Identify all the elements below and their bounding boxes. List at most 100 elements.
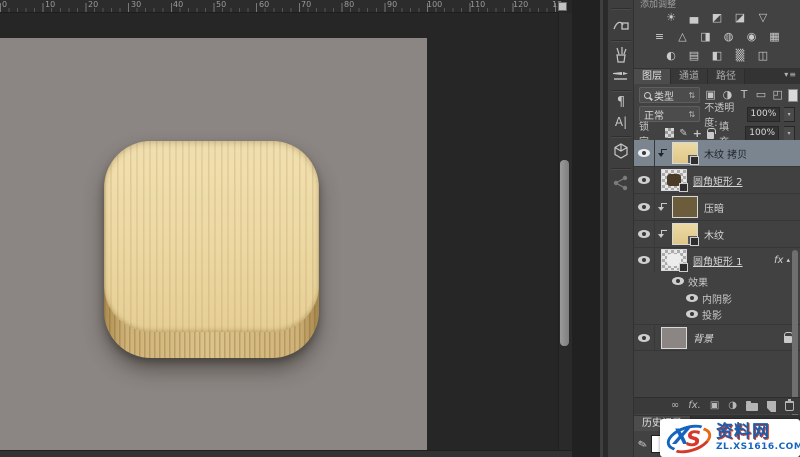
link-layers-icon[interactable]: ∞ [671, 399, 679, 413]
horizontal-scrollbar[interactable] [0, 450, 572, 457]
watermark-logo: X S [664, 422, 714, 454]
adjustment-hue-saturation-icon[interactable]: ≡ [652, 30, 667, 44]
history-brush-icon[interactable]: ✎ [636, 437, 648, 452]
fill-value[interactable]: 100% [745, 126, 779, 141]
filter-kind-label: 类型 [654, 88, 674, 103]
adjustment-threshold-icon[interactable]: ◧ [710, 49, 725, 63]
ruler-corner-button[interactable] [558, 2, 567, 11]
filter-kind-dropdown[interactable]: 类型 ⇅ [639, 87, 700, 103]
adjustment-posterize-icon[interactable]: ▤ [687, 49, 702, 63]
3d-panel-icon[interactable] [608, 142, 634, 164]
layer-row-rounded-rect-1[interactable]: 圆角矩形 1 fx▴ [634, 248, 800, 272]
layer-name[interactable]: 圆角矩形 2 [693, 173, 743, 188]
layer-thumbnail[interactable] [661, 169, 687, 191]
effect-row-drop-shadow[interactable]: 投影 [634, 306, 800, 322]
visibility-cell[interactable] [634, 194, 655, 220]
ruler-label: 120 [513, 0, 528, 9]
adjustment-vibrance-icon[interactable]: ▽ [756, 11, 771, 25]
layer-name[interactable]: 圆角矩形 1 [693, 253, 743, 268]
adjustment-selective-color-icon[interactable]: ◫ [756, 49, 771, 63]
delete-layer-icon[interactable] [785, 401, 794, 411]
eye-icon[interactable] [686, 310, 698, 318]
layer-thumbnail[interactable] [672, 142, 698, 164]
collapsed-panel-dock: ¶ A| [608, 0, 634, 457]
tab-paths[interactable]: 路径 [708, 69, 745, 84]
fill-dropdown-arrow[interactable]: ▾ [784, 126, 795, 141]
visibility-cell[interactable] [634, 248, 655, 272]
opacity-dropdown-arrow[interactable]: ▾ [784, 107, 795, 122]
panel-menu-icon[interactable]: ▾≡ [784, 70, 797, 79]
ruler-label: 50 [216, 0, 226, 9]
adjustment-brightness-contrast-icon[interactable]: ☀ [664, 11, 679, 25]
layer-row-darken[interactable]: 压暗 [634, 194, 800, 221]
effect-row-inner-shadow[interactable]: 内阴影 [634, 290, 800, 306]
adjustment-photo-filter-icon[interactable]: ◍ [721, 30, 736, 44]
layer-thumbnail[interactable] [672, 223, 698, 245]
add-layer-mask-icon[interactable]: ▣ [710, 399, 719, 413]
opacity-value[interactable]: 100% [747, 107, 781, 122]
filter-toggle-switch[interactable] [788, 89, 798, 102]
brush-presets-panel-icon[interactable] [608, 46, 634, 68]
eye-icon[interactable] [638, 230, 650, 238]
adjustment-channel-mixer-icon[interactable]: ◉ [744, 30, 759, 44]
adjustment-color-lookup-icon[interactable]: ▦ [767, 30, 782, 44]
new-layer-icon[interactable] [767, 401, 776, 412]
filter-smart-objects-icon[interactable]: ◰ [771, 88, 784, 102]
watermark: X S 资料网 ZL.XS1616.COM [660, 419, 800, 457]
eye-icon[interactable] [672, 277, 684, 285]
app-background [572, 0, 600, 457]
layer-name[interactable]: 压暗 [704, 200, 724, 215]
adjustment-color-balance-icon[interactable]: △ [675, 30, 690, 44]
dock-divider [611, 168, 631, 169]
adjustment-black-white-icon[interactable]: ◨ [698, 30, 713, 44]
eye-icon[interactable] [638, 203, 650, 211]
dock-divider [611, 136, 631, 137]
effect-label: 内阴影 [702, 291, 732, 306]
eye-icon[interactable] [638, 334, 650, 342]
eye-icon[interactable] [638, 176, 650, 184]
layer-thumbnail[interactable] [661, 327, 687, 349]
adjustment-gradient-map-icon[interactable]: ▒ [733, 49, 748, 63]
layer-row-background[interactable]: 背景 [634, 324, 800, 351]
tab-channels[interactable]: 通道 [671, 69, 708, 84]
paragraph-panel-icon[interactable]: ¶ [608, 95, 634, 110]
new-group-icon[interactable] [746, 403, 758, 411]
adjustment-exposure-icon[interactable]: ◪ [733, 11, 748, 25]
layer-row-rounded-rect-2[interactable]: 圆角矩形 2 [634, 167, 800, 194]
lock-position-icon[interactable]: + [693, 127, 702, 140]
layer-thumbnail[interactable] [672, 196, 698, 218]
clipping-mask-arrow-icon [658, 230, 667, 239]
eye-icon[interactable] [638, 256, 650, 264]
character-panel-icon[interactable]: A| [608, 115, 634, 129]
layer-name[interactable]: 背景 [693, 330, 713, 345]
properties-panel-icon[interactable] [608, 16, 634, 38]
sync-share-panel-icon[interactable] [608, 174, 634, 196]
layer-row-wood-copy[interactable]: 木纹 拷贝 [634, 140, 800, 167]
layer-name[interactable]: 木纹 [704, 227, 724, 242]
tool-presets-panel-icon[interactable] [608, 68, 634, 87]
visibility-cell[interactable] [634, 167, 655, 193]
layer-thumbnail[interactable] [661, 249, 687, 271]
effects-header-row[interactable]: 效果 [634, 272, 800, 290]
new-adjustment-layer-icon[interactable]: ◑ [728, 399, 737, 413]
lock-all-icon[interactable] [707, 132, 714, 139]
eye-icon[interactable] [686, 294, 698, 302]
eye-icon[interactable] [638, 149, 650, 157]
tab-layers[interactable]: 图层 [634, 69, 671, 84]
layer-style-icon[interactable]: fx. [688, 399, 701, 413]
fx-collapse-icon[interactable]: ▴ [786, 256, 790, 264]
vertical-scrollbar-thumb[interactable] [560, 160, 569, 346]
visibility-cell[interactable] [634, 325, 655, 350]
adjustment-levels-icon[interactable]: ▄ [687, 11, 702, 25]
layer-name[interactable]: 木纹 拷贝 [704, 146, 747, 161]
lock-paint-icon[interactable]: ✎ [679, 128, 687, 139]
adjustment-invert-icon[interactable]: ◐ [664, 49, 679, 63]
effects-header-label: 效果 [688, 274, 708, 289]
adjustment-curves-icon[interactable]: ◩ [710, 11, 725, 25]
layer-fx-badge[interactable]: fx▴ [774, 255, 790, 266]
layer-row-wood[interactable]: 木纹 [634, 221, 800, 248]
filter-shape-layers-icon[interactable]: ▭ [755, 88, 768, 102]
lock-transparency-icon[interactable] [665, 128, 674, 138]
visibility-cell[interactable] [634, 221, 655, 247]
visibility-cell[interactable] [634, 140, 655, 166]
